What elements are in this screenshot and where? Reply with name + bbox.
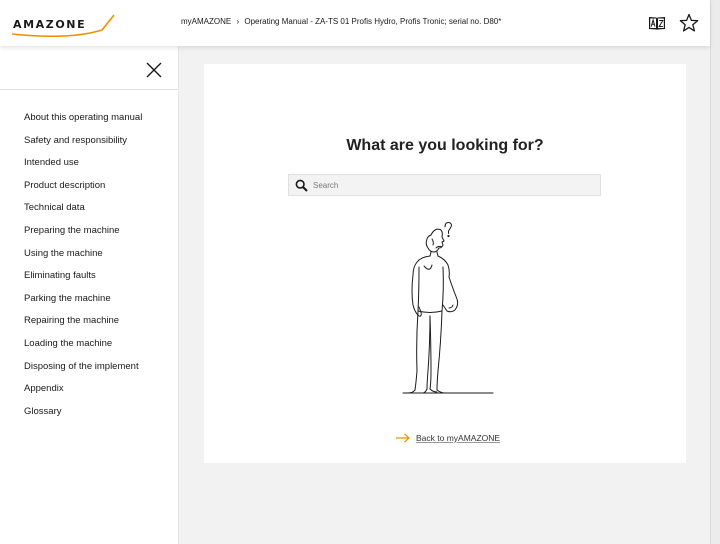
sidebar-item-product-description[interactable]: Product description [24, 179, 142, 202]
back-to-myamazone-link[interactable]: Back to myAMAZONE [396, 431, 500, 445]
close-icon[interactable] [145, 61, 163, 79]
search-icon [295, 179, 308, 192]
back-link-label: Back to myAMAZONE [416, 433, 501, 443]
breadcrumb-current: Operating Manual - ZA-TS 01 Profis Hydro… [244, 17, 502, 26]
sidebar-nav: About this operating manual Safety and r… [24, 111, 142, 427]
sidebar-item-disposing[interactable]: Disposing of the implement [24, 360, 142, 383]
sidebar-item-using[interactable]: Using the machine [24, 247, 142, 270]
arrow-right-icon [396, 433, 410, 443]
search-input[interactable] [313, 176, 597, 194]
sidebar-item-loading[interactable]: Loading the machine [24, 337, 142, 360]
sidebar-item-technical-data[interactable]: Technical data [24, 201, 142, 224]
sidebar-header [0, 46, 178, 90]
thinking-person-illustration [397, 221, 497, 396]
sidebar-item-parking[interactable]: Parking the machine [24, 292, 142, 315]
breadcrumb-separator: › [236, 17, 240, 26]
sidebar-item-safety[interactable]: Safety and responsibility [24, 134, 142, 157]
star-icon[interactable] [679, 13, 699, 33]
page-title: What are you looking for? [346, 137, 544, 154]
search-card: What are you looking for? Search Back to… [204, 64, 686, 463]
sidebar-item-intended-use[interactable]: Intended use [24, 156, 142, 179]
search-box[interactable] [288, 174, 601, 196]
sidebar-item-about[interactable]: About this operating manual [24, 111, 142, 134]
breadcrumb-root-link[interactable]: myAMAZONE [181, 17, 231, 26]
top-header: AMAZONE myAMAZONE › Operating Manual - Z… [0, 0, 710, 46]
page-scrollbar[interactable] [710, 0, 720, 544]
sidebar: About this operating manual Safety and r… [0, 46, 179, 544]
sidebar-item-appendix[interactable]: Appendix [24, 382, 142, 405]
sidebar-item-eliminating-faults[interactable]: Eliminating faults [24, 269, 142, 292]
amazone-logo[interactable]: AMAZONE [10, 12, 118, 38]
breadcrumb: myAMAZONE › Operating Manual - ZA-TS 01 … [181, 17, 501, 26]
sidebar-item-preparing[interactable]: Preparing the machine [24, 224, 142, 247]
book-language-icon[interactable] [647, 13, 667, 33]
sidebar-item-glossary[interactable]: Glossary [24, 405, 142, 428]
sidebar-item-repairing[interactable]: Repairing the machine [24, 314, 142, 337]
logo-swoosh [11, 14, 115, 38]
